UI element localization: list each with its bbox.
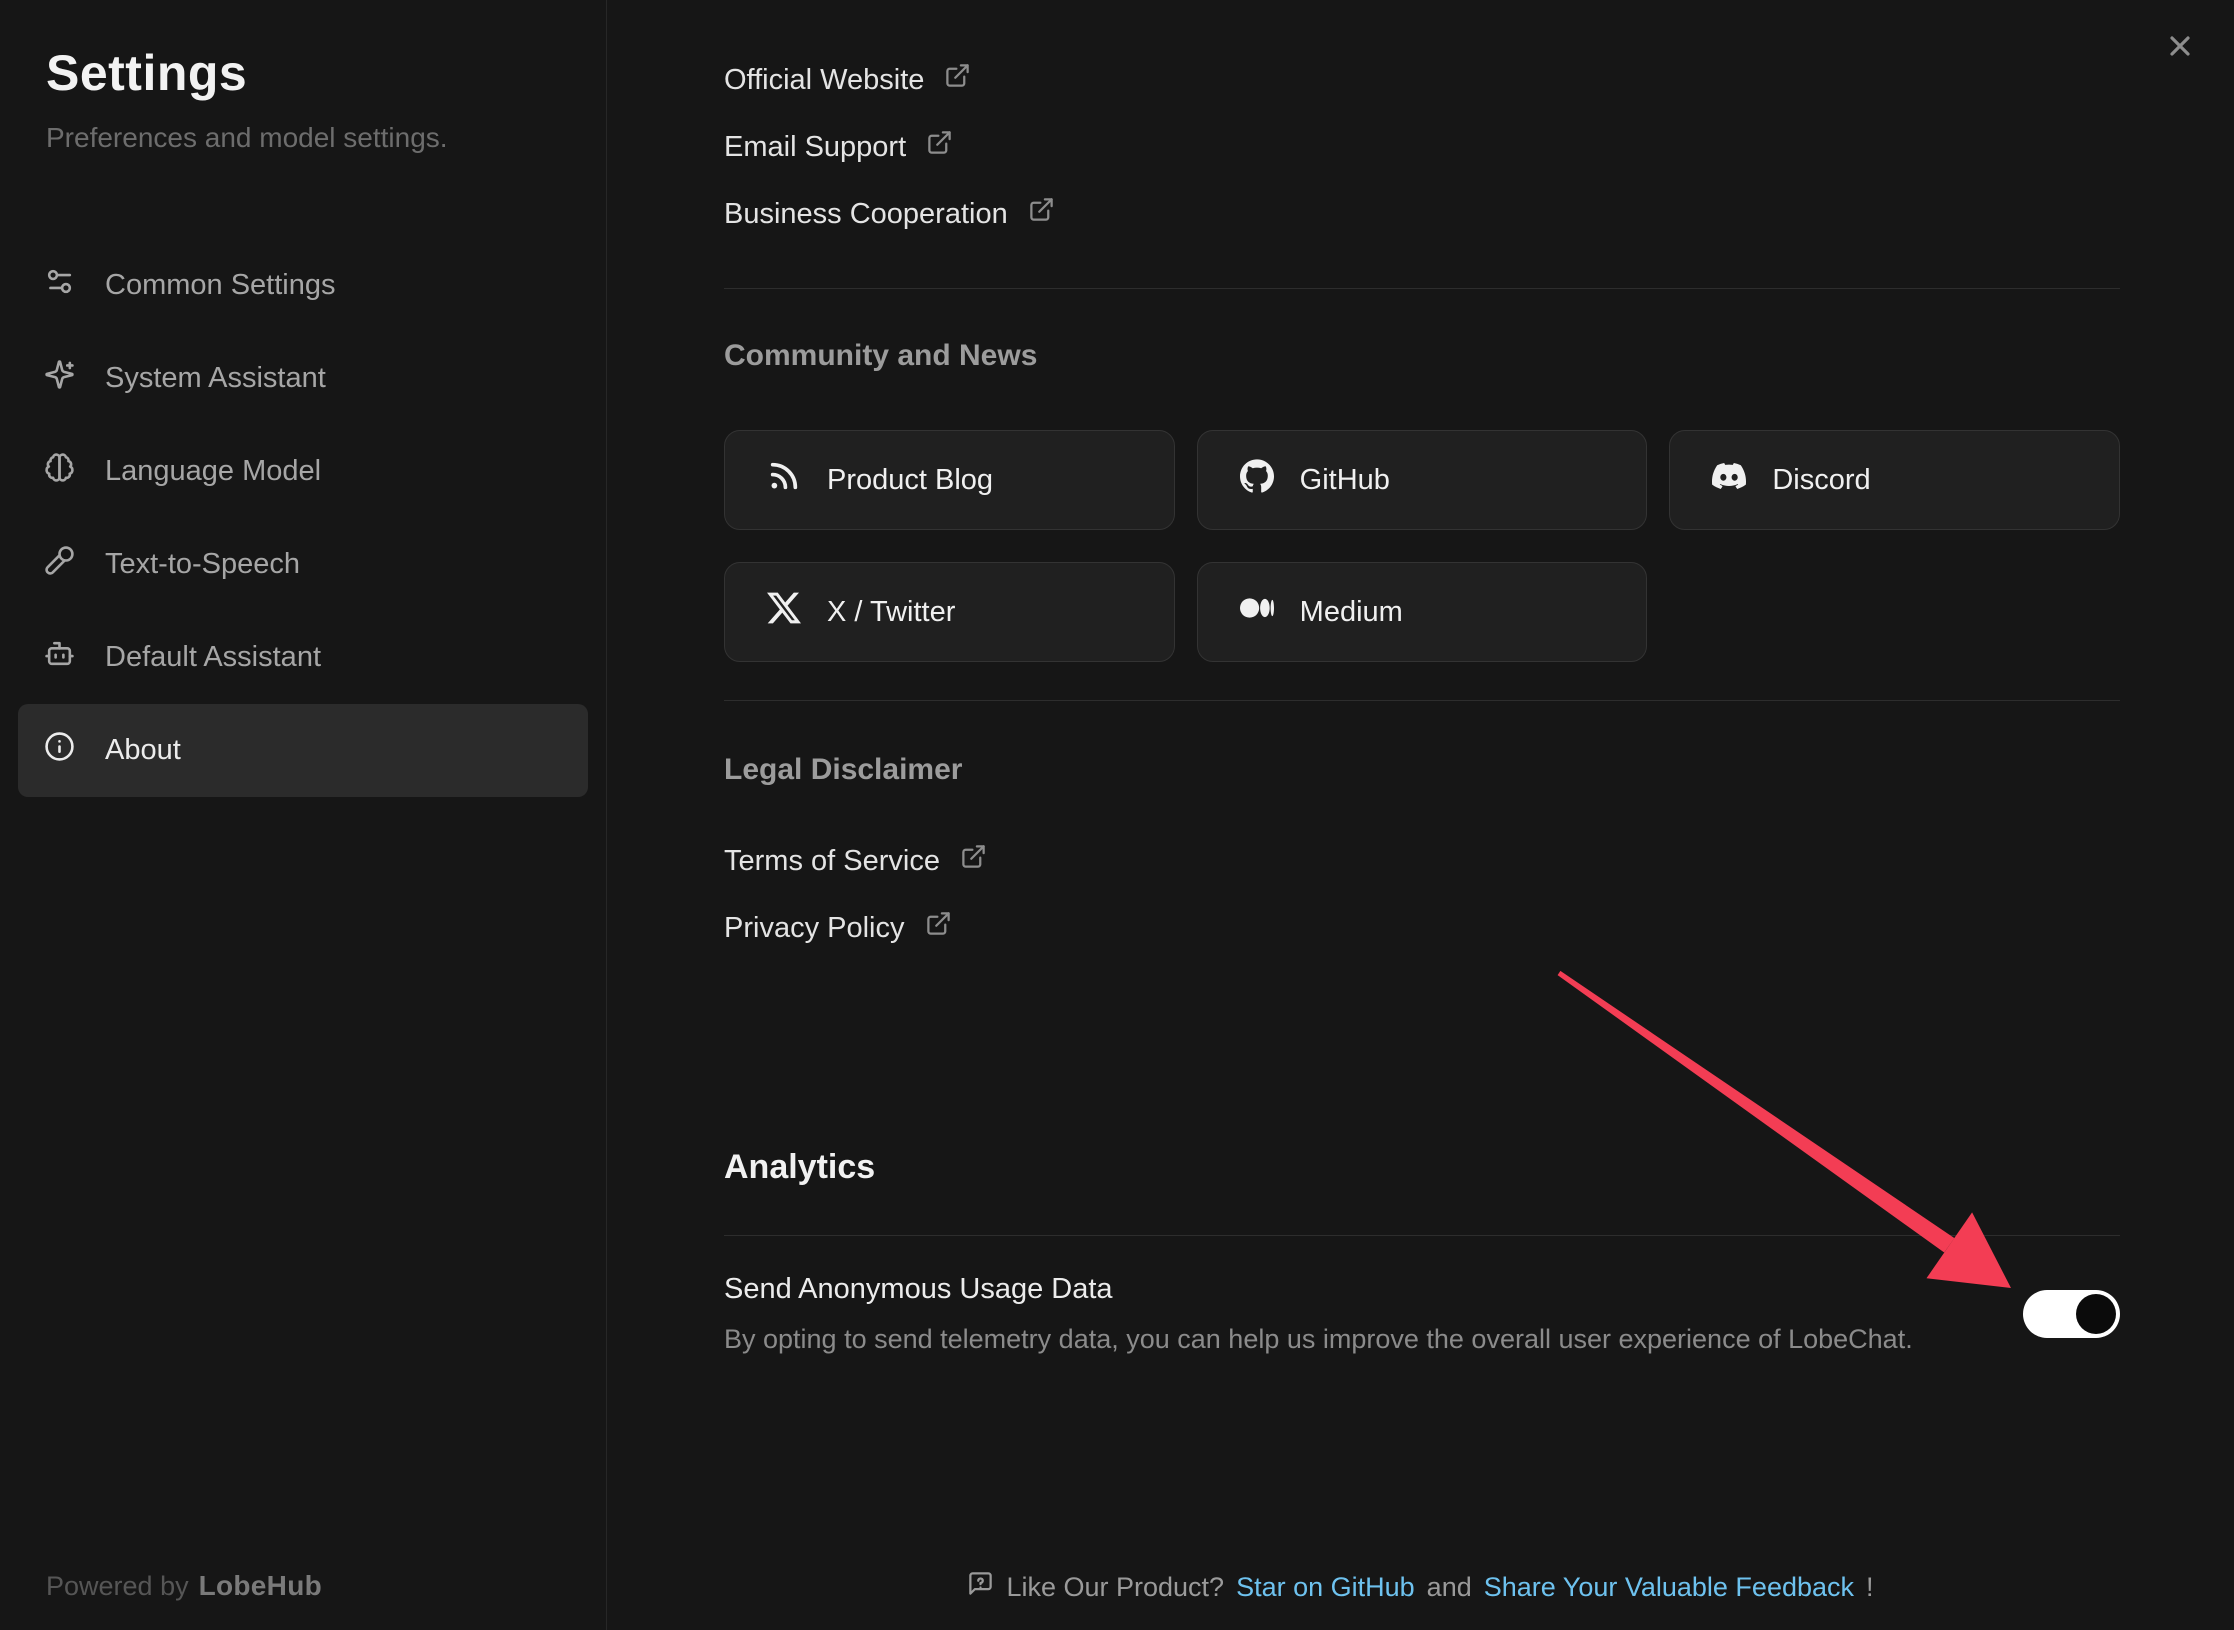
annotation-arrow (607, 0, 2233, 1630)
sidebar-item-text-to-speech[interactable]: Text-to-Speech (18, 518, 588, 611)
sparkles-icon (44, 359, 75, 398)
contact-us-heading: Contact Us (724, 0, 2120, 6)
sidebar-item-default-assistant[interactable]: Default Assistant (18, 611, 588, 704)
setting-label: Send Anonymous Usage Data (724, 1272, 1913, 1306)
discord-icon (1712, 459, 1746, 501)
button-label: GitHub (1300, 464, 1390, 497)
medium-icon (1240, 591, 1274, 633)
setting-text: Send Anonymous Usage Data By opting to s… (724, 1272, 1913, 1355)
settings-nav: Common Settings System Assistant Languag… (0, 239, 606, 797)
link-label: Terms of Service (724, 844, 940, 878)
page-title: Settings (46, 44, 606, 102)
github-icon (1240, 459, 1274, 501)
section-divider (724, 700, 2120, 701)
toggle-knob (2076, 1294, 2116, 1334)
sidebar-item-label: Language Model (105, 455, 321, 488)
external-link-icon (960, 843, 987, 878)
terms-of-service-link[interactable]: Terms of Service (724, 843, 987, 878)
button-label: Product Blog (827, 464, 993, 497)
link-label: Privacy Policy (724, 911, 905, 945)
medium-button[interactable]: Medium (1197, 562, 1648, 662)
discord-button[interactable]: Discord (1669, 430, 2120, 530)
business-cooperation-link[interactable]: Business Cooperation (724, 196, 1055, 231)
github-button[interactable]: GitHub (1197, 430, 1648, 530)
section-divider (724, 1235, 2120, 1236)
sliders-icon (44, 266, 75, 305)
powered-by-text: Powered by (46, 1571, 189, 1601)
link-label: Official Website (724, 63, 924, 97)
send-usage-data-setting: Send Anonymous Usage Data By opting to s… (724, 1272, 2120, 1355)
brain-icon (44, 452, 75, 491)
x-twitter-button[interactable]: X / Twitter (724, 562, 1175, 662)
sidebar-item-language-model[interactable]: Language Model (18, 425, 588, 518)
sidebar-item-common-settings[interactable]: Common Settings (18, 239, 588, 332)
feedback-footer: Like Our Product? Star on GitHub and Sha… (607, 1570, 2234, 1604)
external-link-icon (1028, 196, 1055, 231)
footer-text: and (1427, 1572, 1472, 1603)
powered-by: Powered by LobeHub (46, 1570, 322, 1602)
official-website-link[interactable]: Official Website (724, 62, 971, 97)
x-twitter-icon (767, 591, 801, 633)
footer-text: ! (1866, 1572, 1874, 1603)
send-usage-data-toggle[interactable] (2023, 1290, 2120, 1338)
privacy-policy-link[interactable]: Privacy Policy (724, 910, 952, 945)
settings-sidebar: Settings Preferences and model settings.… (0, 0, 607, 1630)
share-feedback-link[interactable]: Share Your Valuable Feedback (1484, 1572, 1854, 1603)
lobehub-brand[interactable]: LobeHub (199, 1570, 322, 1601)
mic-icon (44, 545, 75, 584)
community-buttons: Product Blog GitHub Discord X / Twitter (724, 430, 2120, 662)
external-link-icon (926, 129, 953, 164)
email-support-link[interactable]: Email Support (724, 129, 953, 164)
about-panel: Contact Us Official Website Email Suppor… (607, 0, 2234, 1630)
link-label: Business Cooperation (724, 197, 1008, 231)
sidebar-item-about[interactable]: About (18, 704, 588, 797)
legal-heading: Legal Disclaimer (724, 752, 2120, 787)
external-link-icon (925, 910, 952, 945)
external-link-icon (944, 62, 971, 97)
link-label: Email Support (724, 130, 906, 164)
rss-icon (767, 459, 801, 501)
community-heading: Community and News (724, 338, 2120, 373)
page-subtitle: Preferences and model settings. (46, 122, 560, 154)
section-divider (724, 288, 2120, 289)
close-button[interactable] (2164, 30, 2196, 62)
sidebar-item-system-assistant[interactable]: System Assistant (18, 332, 588, 425)
sidebar-item-label: Default Assistant (105, 641, 321, 674)
star-on-github-link[interactable]: Star on GitHub (1236, 1572, 1415, 1603)
contact-us-heading-clipped: Contact Us (724, 0, 2120, 12)
sidebar-item-label: Common Settings (105, 269, 336, 302)
analytics-heading: Analytics (724, 1147, 2120, 1187)
setting-description: By opting to send telemetry data, you ca… (724, 1324, 1913, 1355)
sidebar-item-label: About (105, 734, 181, 767)
info-icon (44, 731, 75, 770)
product-blog-button[interactable]: Product Blog (724, 430, 1175, 530)
close-icon (2164, 49, 2196, 66)
settings-window: Settings Preferences and model settings.… (0, 0, 2234, 1630)
button-label: X / Twitter (827, 596, 955, 629)
footer-text: Like Our Product? (1006, 1572, 1224, 1603)
sidebar-item-label: System Assistant (105, 362, 326, 395)
sidebar-item-label: Text-to-Speech (105, 548, 300, 581)
robot-icon (44, 638, 75, 677)
button-label: Discord (1772, 464, 1870, 497)
message-bubble-icon (967, 1570, 994, 1604)
button-label: Medium (1300, 596, 1403, 629)
